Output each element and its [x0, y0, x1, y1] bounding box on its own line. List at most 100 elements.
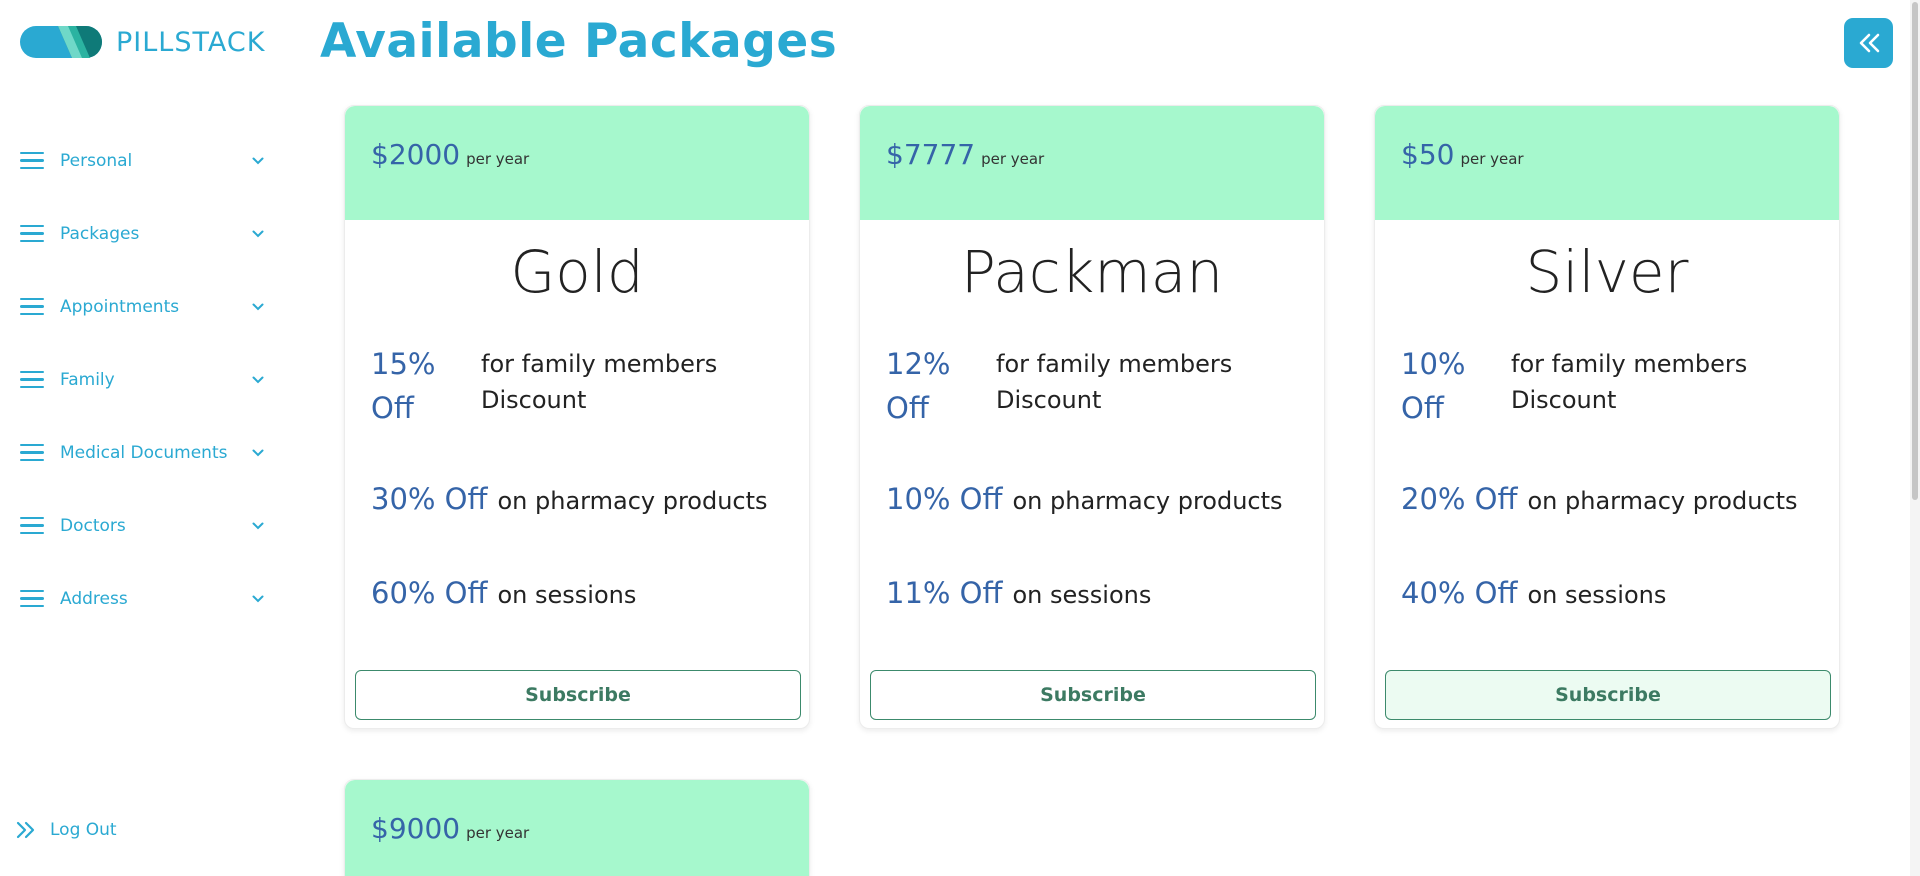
- package-card-silver: $50 per year Silver 10% Off for family m…: [1374, 105, 1840, 729]
- package-period: per year: [466, 824, 530, 842]
- sidebar-item-appointments[interactable]: Appointments: [0, 270, 290, 343]
- subscribe-button[interactable]: Subscribe: [1385, 670, 1831, 720]
- pharmacy-discount-text: on pharmacy products: [1527, 487, 1798, 515]
- package-price: $2000: [371, 138, 461, 171]
- sessions-discount-value: 60% Off: [371, 576, 488, 610]
- family-discount-row: 10% Off for family members Discount: [1401, 342, 1747, 430]
- package-card: $9000 per year: [344, 779, 810, 876]
- sessions-discount-text: on sessions: [1012, 581, 1152, 609]
- family-discount-percent: 10%: [1401, 347, 1466, 381]
- package-price-header: $7777 per year: [860, 106, 1324, 220]
- sidebar-item-label: Medical Documents: [60, 442, 228, 463]
- sidebar-item-label: Packages: [60, 223, 140, 244]
- pharmacy-discount-text: on pharmacy products: [1012, 487, 1283, 515]
- sidebar: PILLSTACK Personal Packages Appointments…: [0, 0, 290, 876]
- chevron-down-icon: [252, 595, 264, 602]
- family-discount-text: for family members Discount: [1511, 346, 1747, 430]
- subscribe-button[interactable]: Subscribe: [355, 670, 801, 720]
- hamburger-icon: [20, 151, 44, 170]
- hamburger-icon: [20, 297, 44, 316]
- package-name: Silver: [1525, 238, 1689, 306]
- subscribe-button[interactable]: Subscribe: [870, 670, 1316, 720]
- family-discount-value: 12% Off: [886, 342, 996, 430]
- package-price-header: $50 per year: [1375, 106, 1839, 220]
- sessions-discount-row: 40% Off on sessions: [1401, 576, 1666, 610]
- family-discount-percent: 15%: [371, 347, 436, 381]
- scrollbar-thumb[interactable]: [1912, 2, 1918, 500]
- hamburger-icon: [20, 224, 44, 243]
- package-price-header: $9000 per year: [345, 780, 809, 876]
- sessions-discount-row: 60% Off on sessions: [371, 576, 636, 610]
- pharmacy-discount-row: 10% Off on pharmacy products: [886, 482, 1283, 516]
- family-discount-line1: for family members: [1511, 350, 1748, 378]
- brand-name: PILLSTACK: [116, 26, 266, 58]
- family-discount-off: Off: [371, 391, 414, 425]
- hamburger-icon: [20, 370, 44, 389]
- double-chevron-right-icon: [16, 821, 35, 839]
- pharmacy-discount-row: 20% Off on pharmacy products: [1401, 482, 1798, 516]
- chevron-down-icon: [252, 303, 264, 310]
- family-discount-line2: Discount: [996, 386, 1102, 414]
- package-price: $7777: [886, 138, 976, 171]
- package-price-header: $2000 per year: [345, 106, 809, 220]
- hamburger-icon: [20, 516, 44, 535]
- package-period: per year: [466, 150, 530, 168]
- chevron-down-icon: [252, 376, 264, 383]
- package-name: Packman: [960, 238, 1224, 306]
- family-discount-off: Off: [1401, 391, 1444, 425]
- sidebar-item-medical-documents[interactable]: Medical Documents: [0, 416, 290, 489]
- package-card-packman: $7777 per year Packman 12% Off for famil…: [859, 105, 1325, 729]
- pharmacy-discount-row: 30% Off on pharmacy products: [371, 482, 768, 516]
- hamburger-icon: [20, 589, 44, 608]
- sidebar-item-personal[interactable]: Personal: [0, 124, 290, 197]
- package-price: $50: [1401, 138, 1455, 171]
- hamburger-icon: [20, 443, 44, 462]
- chevron-down-icon: [252, 449, 264, 456]
- family-discount-line1: for family members: [481, 350, 718, 378]
- logout-link[interactable]: Log Out: [16, 820, 117, 840]
- package-name: Gold: [510, 238, 644, 306]
- pharmacy-discount-text: on pharmacy products: [497, 487, 768, 515]
- sidebar-item-doctors[interactable]: Doctors: [0, 489, 290, 562]
- page-scrollbar[interactable]: [1910, 0, 1920, 876]
- sidebar-item-label: Personal: [60, 150, 133, 171]
- package-period: per year: [1460, 150, 1524, 168]
- sidebar-item-label: Address: [60, 588, 128, 609]
- sidebar-item-label: Appointments: [60, 296, 180, 317]
- brand-logo[interactable]: PILLSTACK: [20, 26, 265, 58]
- sessions-discount-row: 11% Off on sessions: [886, 576, 1151, 610]
- page-title: Available Packages: [320, 14, 838, 69]
- sidebar-item-label: Family: [60, 369, 115, 390]
- package-card-gold: $2000 per year Gold 15% Off for family m…: [344, 105, 810, 729]
- double-chevron-left-icon: [1859, 33, 1879, 53]
- sidebar-item-family[interactable]: Family: [0, 343, 290, 416]
- family-discount-line2: Discount: [1511, 386, 1617, 414]
- family-discount-percent: 12%: [886, 347, 951, 381]
- pill-logo-icon: [20, 26, 102, 58]
- sessions-discount-value: 40% Off: [1401, 576, 1518, 610]
- sidebar-nav: Personal Packages Appointments Family Me…: [0, 124, 290, 635]
- family-discount-text: for family members Discount: [481, 346, 717, 430]
- sidebar-item-label: Doctors: [60, 515, 126, 536]
- sidebar-item-packages[interactable]: Packages: [0, 197, 290, 270]
- sidebar-item-address[interactable]: Address: [0, 562, 290, 635]
- family-discount-row: 15% Off for family members Discount: [371, 342, 717, 430]
- family-discount-line2: Discount: [481, 386, 587, 414]
- package-period: per year: [981, 150, 1045, 168]
- chevron-down-icon: [252, 157, 264, 164]
- pharmacy-discount-value: 30% Off: [371, 482, 488, 516]
- chevron-down-icon: [252, 522, 264, 529]
- sessions-discount-text: on sessions: [1527, 581, 1667, 609]
- pharmacy-discount-value: 10% Off: [886, 482, 1003, 516]
- sessions-discount-value: 11% Off: [886, 576, 1003, 610]
- family-discount-value: 15% Off: [371, 342, 481, 430]
- sessions-discount-text: on sessions: [497, 581, 637, 609]
- family-discount-row: 12% Off for family members Discount: [886, 342, 1232, 430]
- family-discount-value: 10% Off: [1401, 342, 1511, 430]
- family-discount-text: for family members Discount: [996, 346, 1232, 430]
- package-price: $9000: [371, 812, 461, 845]
- collapse-sidebar-button[interactable]: [1844, 18, 1893, 68]
- family-discount-off: Off: [886, 391, 929, 425]
- family-discount-line1: for family members: [996, 350, 1233, 378]
- logout-label: Log Out: [50, 820, 117, 840]
